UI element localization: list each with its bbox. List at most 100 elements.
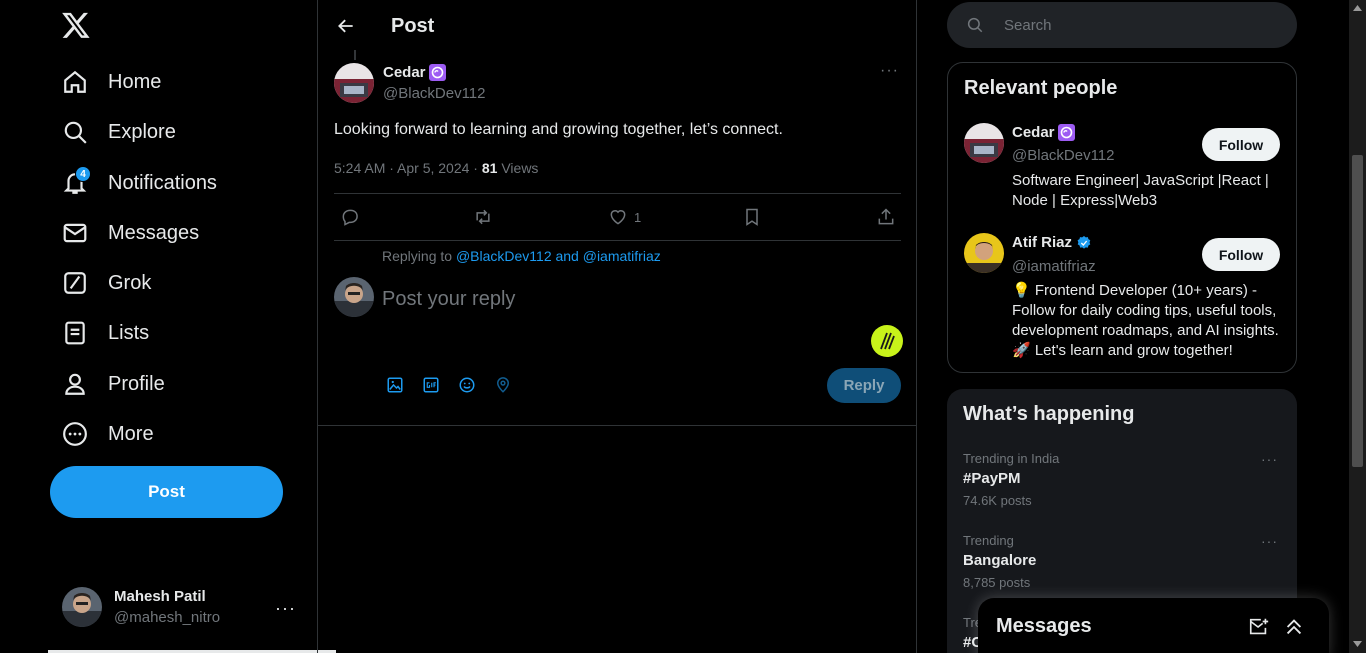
share-action[interactable] [876,207,896,227]
nav-label: Grok [108,271,152,294]
gif-icon[interactable] [422,376,440,394]
more-circle-icon [62,421,88,447]
views-label: Views [497,160,539,176]
bookmark-action[interactable] [742,207,762,227]
emoji-icon[interactable] [458,376,476,394]
reply-button[interactable]: Reply [827,368,901,403]
trend-name[interactable]: #PayPM [963,470,1021,487]
post-button[interactable]: Post [50,466,283,518]
scroll-up-arrow-icon [1353,5,1362,11]
list-icon [62,320,88,346]
nav-item-more[interactable]: More [62,416,154,452]
expand-chevron-icon[interactable] [1283,616,1305,638]
post-text: Looking forward to learning and growing … [334,121,783,138]
trend-more-icon[interactable]: ··· [1261,451,1278,467]
search-input[interactable] [1004,16,1264,34]
nav-label: Explore [108,120,176,143]
trend-count: 8,785 posts [963,575,1031,590]
avatar[interactable] [964,233,1004,273]
bookmark-icon [746,208,758,226]
account-handle: @mahesh_nitro [114,609,221,626]
author-name-text: Cedar [383,64,426,81]
scroll-thumb[interactable] [1352,155,1363,467]
account-name: Mahesh Patil [114,588,206,605]
trend-count: 74.6K posts [963,493,1032,508]
envelope-icon [62,220,88,246]
grok-icon [62,270,88,296]
nav-item-grok[interactable]: Grok [62,265,151,301]
grammarly-icon[interactable] [871,325,903,357]
person-bio: Software Engineer| JavaScript |React | N… [1012,172,1269,209]
avatar[interactable] [334,63,374,103]
nav-item-profile[interactable]: Profile [62,366,165,402]
person-icon [62,371,88,397]
replying-to: Replying to @BlackDev112 and @iamatifria… [382,248,661,264]
x-logo-icon[interactable] [61,10,91,40]
person-name-text: Cedar [1012,124,1055,141]
views-count: 81 [481,160,498,176]
avatar[interactable] [964,123,1004,163]
premium-badge-icon [428,64,446,81]
post-timestamp[interactable]: 5:24 AM · Apr 5, 2024 · [334,160,482,176]
nav-item-notifications[interactable]: 4 Notifications [62,165,217,201]
follow-button[interactable]: Follow [1202,238,1280,271]
panel-title: Relevant people [964,77,1118,99]
divider [334,193,901,194]
follow-button[interactable]: Follow [1202,128,1280,161]
account-more-icon[interactable]: ··· [275,598,296,619]
reply-icon [342,209,358,226]
divider [318,425,917,426]
premium-badge-icon [1057,124,1075,141]
trend-name[interactable]: Bangalore [963,552,1036,569]
search-icon [62,119,88,145]
page-title: Post [391,15,435,37]
trend-context: Trending [963,533,1014,548]
post-more-icon[interactable]: ··· [880,62,899,80]
person-bio: 💡 Frontend Developer (10+ years) - Follo… [1012,282,1279,359]
new-message-icon[interactable] [1248,616,1270,638]
share-icon [878,208,894,225]
messages-drawer-title: Messages [996,615,1092,637]
trend-context: Trending in India [963,451,1060,466]
replying-prefix: Replying to [382,248,456,264]
nav-item-messages[interactable]: Messages [62,215,199,251]
notification-count-badge: 4 [75,166,91,182]
repost-action[interactable] [473,207,493,227]
repost-icon [476,209,490,225]
like-action[interactable]: 1 [608,207,641,227]
scroll-down-arrow-icon [1353,641,1362,647]
reply-action[interactable] [340,207,360,227]
author-name[interactable]: Cedar [383,64,446,81]
left-navigation: Home Explore 4 Notifications Messages Gr… [0,0,336,653]
search-bar[interactable] [947,2,1297,48]
person-name[interactable]: Cedar [1012,124,1075,141]
nav-label: Notifications [108,171,217,194]
messages-drawer[interactable]: Messages [978,598,1329,653]
nav-item-explore[interactable]: Explore [62,114,176,150]
like-count: 1 [634,209,642,225]
relevant-people-panel: Relevant people Cedar @BlackDev112 Softw… [947,62,1297,373]
person-handle[interactable]: @iamatifriaz [1012,258,1096,275]
post-detail-column: Post Cedar @BlackDev112 ··· Looking forw… [317,0,917,653]
avatar [334,277,374,317]
divider [334,240,901,241]
person-handle[interactable]: @BlackDev112 [1012,147,1115,164]
search-icon [966,16,984,34]
nav-item-home[interactable]: Home [62,64,161,100]
reply-input[interactable] [382,285,832,313]
nav-item-lists[interactable]: Lists [62,315,149,351]
heart-icon [610,210,626,225]
page-scrollbar[interactable] [1349,0,1366,653]
author-handle[interactable]: @BlackDev112 [383,85,486,102]
account-switcher[interactable]: Mahesh Patil @mahesh_nitro ··· [62,586,302,628]
home-icon [62,69,88,95]
image-icon[interactable] [386,376,404,394]
location-icon[interactable] [494,376,512,394]
post-meta: 5:24 AM · Apr 5, 2024 · 81 Views [334,160,538,176]
person-name[interactable]: Atif Riaz [1012,234,1092,251]
replying-to-link[interactable]: @BlackDev112 and @iamatifriaz [456,248,661,264]
trend-more-icon[interactable]: ··· [1261,533,1278,549]
avatar [62,587,102,627]
back-arrow-icon[interactable] [336,16,356,36]
nav-label: More [108,422,154,445]
